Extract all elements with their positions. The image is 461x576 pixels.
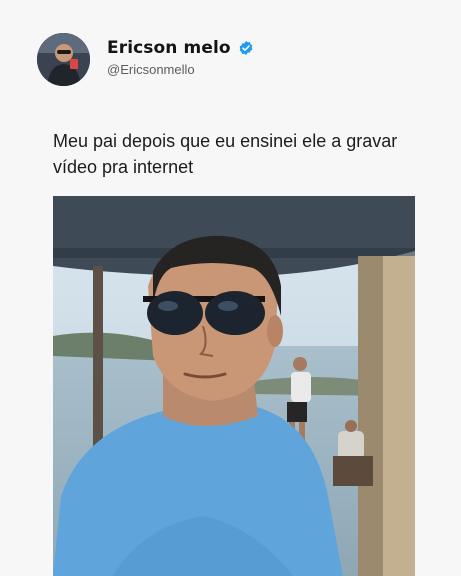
post-video[interactable]: [53, 196, 415, 576]
post-card: Ericson melo @Ericsonmello Meu pai depoi…: [0, 0, 461, 576]
author-name-row: Ericson melo: [107, 38, 254, 58]
avatar-image: [37, 33, 90, 86]
video-frame-image: [53, 196, 415, 576]
author-avatar[interactable]: [37, 33, 90, 86]
post-text: Meu pai depois que eu ensinei ele a grav…: [53, 131, 398, 177]
author-handle[interactable]: @Ericsonmello: [107, 62, 195, 77]
verified-badge-icon: [239, 41, 253, 55]
author-display-name[interactable]: Ericson melo: [107, 38, 231, 58]
